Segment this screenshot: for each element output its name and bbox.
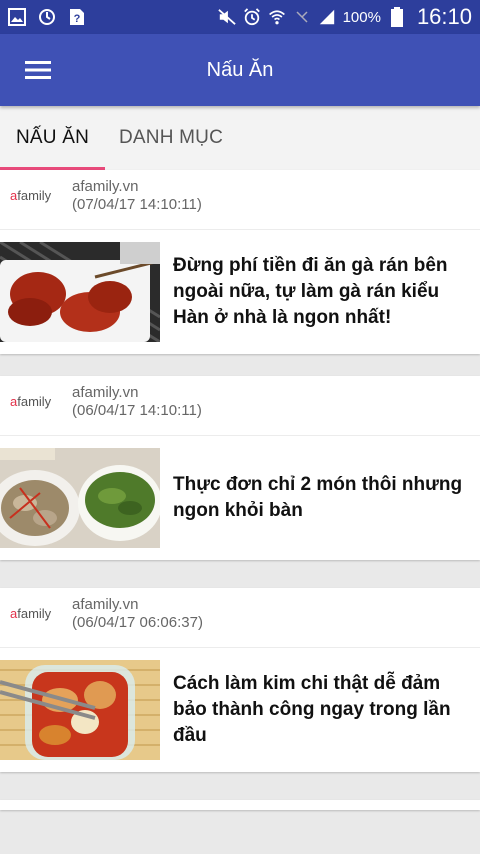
clams-and-soup-image — [0, 448, 160, 548]
wifi-icon — [268, 8, 286, 26]
article-body[interactable]: Đừng phí tiền đi ăn gà rán bên ngoài nữa… — [0, 230, 480, 354]
article-headline: Đừng phí tiền đi ăn gà rán bên ngoài nữa… — [173, 255, 448, 328]
article-card[interactable]: afamily afamily.vn (07/04/17 14:10:11) Đ… — [0, 170, 480, 354]
article-body[interactable]: Thực đơn chỉ 2 món thôi nhưng ngon khỏi … — [0, 436, 480, 560]
alarm-icon — [243, 8, 261, 26]
clock: 16:10 — [416, 4, 472, 29]
article-card[interactable]: afamily afamily.vn (06/04/17 06:06:37) C… — [0, 588, 480, 772]
svg-text:?: ? — [74, 13, 81, 25]
tab-danh-muc[interactable]: DANH MỤC — [105, 106, 239, 170]
app-bar: Nấu Ăn — [0, 34, 480, 106]
source-name: afamily.vn — [72, 178, 139, 195]
signal-icon — [318, 8, 336, 26]
tab-bar: NẤU ĂN DANH MỤC — [0, 106, 480, 170]
sync-icon — [38, 8, 56, 26]
no-signal-icon — [293, 8, 311, 26]
mute-icon — [217, 8, 236, 26]
source-logo: afamily — [10, 606, 52, 621]
source-logo: afamily — [10, 394, 52, 409]
source-logo: afamily — [10, 188, 52, 203]
publish-time: (06/04/17 14:10:11) — [72, 402, 202, 419]
source-name: afamily.vn — [72, 596, 139, 613]
next-card-edge — [0, 800, 480, 810]
article-header: afamily afamily.vn (07/04/17 14:10:11) — [0, 170, 480, 230]
status-bar: ? 100% 16:10 — [0, 0, 480, 34]
battery-level: 100% — [342, 8, 381, 26]
article-body[interactable]: Cách làm kim chi thật dễ đảm bảo thành c… — [0, 648, 480, 772]
source-name: afamily.vn — [72, 384, 139, 401]
help-icon: ? — [68, 8, 86, 26]
publish-time: (06/04/17 06:06:37) — [72, 614, 203, 631]
article-headline: Cách làm kim chi thật dễ đảm bảo thành c… — [173, 673, 451, 746]
hamburger-menu-icon[interactable] — [0, 34, 76, 106]
publish-time: (07/04/17 14:10:11) — [72, 196, 202, 213]
article-header: afamily afamily.vn (06/04/17 14:10:11) — [0, 376, 480, 436]
gallery-icon — [8, 8, 26, 26]
article-header: afamily afamily.vn (06/04/17 06:06:37) — [0, 588, 480, 648]
article-card[interactable]: afamily afamily.vn (06/04/17 14:10:11) T… — [0, 376, 480, 560]
kimchi-jar-image — [0, 660, 160, 760]
fried-chicken-image — [0, 242, 160, 342]
tab-nau-an[interactable]: NẤU ĂN — [0, 106, 105, 170]
battery-icon — [388, 7, 406, 27]
article-headline: Thực đơn chỉ 2 món thôi nhưng ngon khỏi … — [173, 474, 463, 521]
